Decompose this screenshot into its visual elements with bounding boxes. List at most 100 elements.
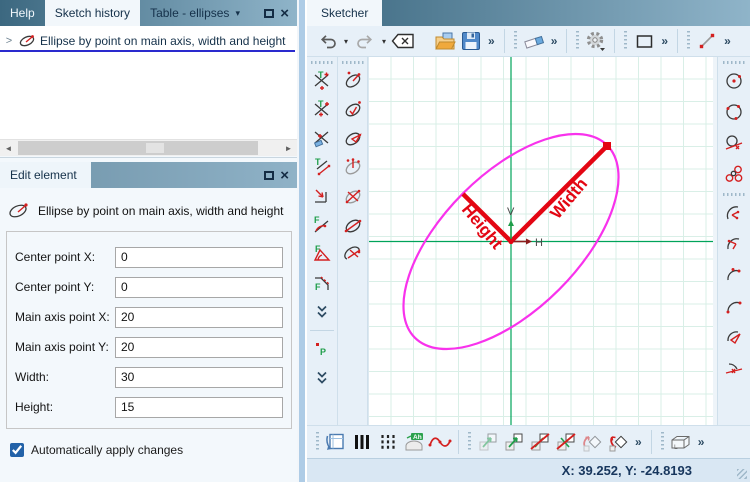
scrollbar-thumb[interactable] xyxy=(18,141,258,155)
list-item[interactable]: > Ellipse by point on main axis, width a… xyxy=(0,31,295,50)
swap-elements-button[interactable] xyxy=(528,429,552,455)
viewport-box-button[interactable]: L xyxy=(669,429,693,455)
auto-apply-checkbox[interactable] xyxy=(10,443,24,457)
arc-center-points-button[interactable] xyxy=(720,291,748,321)
copy-to-grid-button[interactable] xyxy=(476,429,500,455)
toolbar-grip[interactable] xyxy=(723,193,745,196)
more-tools-button[interactable] xyxy=(308,364,336,392)
trim-extend-button[interactable]: T xyxy=(308,95,336,123)
thick-lines-button[interactable] xyxy=(350,429,374,455)
point-tool-icon: P xyxy=(316,343,326,357)
parameters-group: Center point X: Center point Y: Main axi… xyxy=(6,231,292,429)
ellipse-main-axis-button[interactable] xyxy=(339,211,367,239)
angle-constraint-button[interactable]: F xyxy=(308,211,336,239)
chamfer-button[interactable]: F xyxy=(308,269,336,297)
tab-help[interactable]: Help xyxy=(0,0,45,26)
eraser-button[interactable] xyxy=(522,28,546,54)
edit-element-title[interactable]: Edit element xyxy=(0,162,91,188)
parallel-offset-button[interactable]: T xyxy=(308,153,336,181)
corner-trim-button[interactable] xyxy=(308,182,336,210)
arc-three-points-button[interactable] xyxy=(720,260,748,290)
overflow-chevron[interactable]: » xyxy=(695,435,708,449)
tab-dropdown-icon[interactable]: ▾ xyxy=(235,8,240,19)
circle-center-radius-button[interactable] xyxy=(720,66,748,96)
svg-text:L: L xyxy=(674,444,678,451)
scroll-left-icon[interactable]: ◄ xyxy=(0,144,17,153)
circle-tangent-button[interactable] xyxy=(720,128,748,158)
tab-table-ellipses[interactable]: Table - ellipses ▾ xyxy=(140,0,250,26)
width-input[interactable] xyxy=(115,366,283,388)
more-tools-chevron xyxy=(317,305,327,318)
main-axis-point-y-input[interactable] xyxy=(115,336,283,358)
overflow-chevron[interactable]: » xyxy=(632,435,645,449)
ellipse-diagonal-points-button[interactable] xyxy=(339,182,367,210)
center-point-y-input[interactable] xyxy=(115,276,283,298)
angle-dimension-button[interactable]: F xyxy=(308,240,336,268)
ellipse-semi-axes-button[interactable] xyxy=(339,95,367,123)
tab-sketcher[interactable]: Sketcher xyxy=(307,0,383,26)
annotation-stamp-button[interactable]: Ah xyxy=(402,429,426,455)
maximize-icon[interactable] xyxy=(264,8,275,18)
dashed-lines-button[interactable] xyxy=(376,429,400,455)
main-axis-point-x-input[interactable] xyxy=(115,306,283,328)
swap-elements-alt-button[interactable] xyxy=(554,429,578,455)
ellipse-toolbar xyxy=(338,57,368,425)
tab-sketch-history[interactable]: Sketch history xyxy=(44,0,141,26)
move-to-grid-button[interactable] xyxy=(502,429,526,455)
undo-dropdown-icon[interactable]: ▾ xyxy=(341,37,351,46)
horizontal-scrollbar[interactable]: ◄ ► xyxy=(0,139,297,156)
redo-dropdown-icon[interactable]: ▾ xyxy=(379,37,389,46)
close-icon[interactable]: × xyxy=(280,6,289,21)
delete-segment-button[interactable] xyxy=(308,124,336,152)
toolbar-grip[interactable] xyxy=(341,61,364,64)
undo-button[interactable] xyxy=(315,28,339,54)
table-view-button[interactable] xyxy=(324,429,348,455)
main-axis-point-marker[interactable] xyxy=(603,142,611,150)
close-icon[interactable]: × xyxy=(280,168,289,183)
maximize-icon[interactable] xyxy=(264,170,275,180)
rectangle-tool-button[interactable] xyxy=(632,28,656,54)
ellipse-three-points-button[interactable] xyxy=(339,124,367,152)
rotate-right-button[interactable] xyxy=(606,429,630,455)
trim-two-lines-button[interactable]: T xyxy=(308,66,336,94)
point-tool-button[interactable]: P xyxy=(308,335,336,363)
arc-direction-cw-button[interactable] xyxy=(720,229,748,259)
overflow-chevron[interactable]: » xyxy=(548,34,561,48)
overflow-chevron[interactable]: » xyxy=(485,34,498,48)
rotate-left-button[interactable] xyxy=(580,429,604,455)
redo-button[interactable] xyxy=(353,28,377,54)
center-point-x-input[interactable] xyxy=(115,246,283,268)
sketch-canvas[interactable]: V H Height Width xyxy=(368,57,714,425)
elliptical-arc-button[interactable] xyxy=(339,240,367,268)
more-tools-button[interactable] xyxy=(308,298,336,326)
toolbar-grip[interactable] xyxy=(311,61,333,64)
arc-angle-button[interactable] xyxy=(720,322,748,352)
toolbar-grip[interactable] xyxy=(723,61,745,64)
ellipse-point-main-axis-button[interactable] xyxy=(339,66,367,94)
delete-button[interactable] xyxy=(391,28,415,54)
circle-three-points-button[interactable] xyxy=(720,97,748,127)
settings-button[interactable] xyxy=(584,28,608,54)
chamfer-icon: F xyxy=(315,276,330,292)
settings-gear-icon xyxy=(587,31,606,51)
arc-direction-ccw-button[interactable] xyxy=(720,198,748,228)
spline-button[interactable] xyxy=(428,429,452,455)
tree-expander-icon[interactable]: > xyxy=(0,35,18,47)
three-circles-button[interactable] xyxy=(720,159,748,189)
overflow-chevron[interactable]: » xyxy=(658,34,671,48)
scroll-right-icon[interactable]: ► xyxy=(280,144,297,153)
open-file-button[interactable] xyxy=(433,28,457,54)
center-point-marker[interactable] xyxy=(508,238,514,245)
overflow-chevron[interactable]: » xyxy=(721,34,734,48)
parallel-offset-icon: T xyxy=(315,157,331,176)
delete-segment-icon xyxy=(313,131,329,148)
height-input[interactable] xyxy=(115,396,283,418)
panel-splitter[interactable] xyxy=(297,0,307,482)
resize-grip[interactable] xyxy=(737,469,747,479)
line-tool-button[interactable] xyxy=(695,28,719,54)
rotate-right-icon xyxy=(609,435,628,452)
ellipse-center-points-button[interactable] xyxy=(339,153,367,181)
save-button[interactable] xyxy=(459,28,483,54)
arc-tangent-button[interactable] xyxy=(720,353,748,383)
list-item-label: Ellipse by point on main axis, width and… xyxy=(40,33,286,48)
